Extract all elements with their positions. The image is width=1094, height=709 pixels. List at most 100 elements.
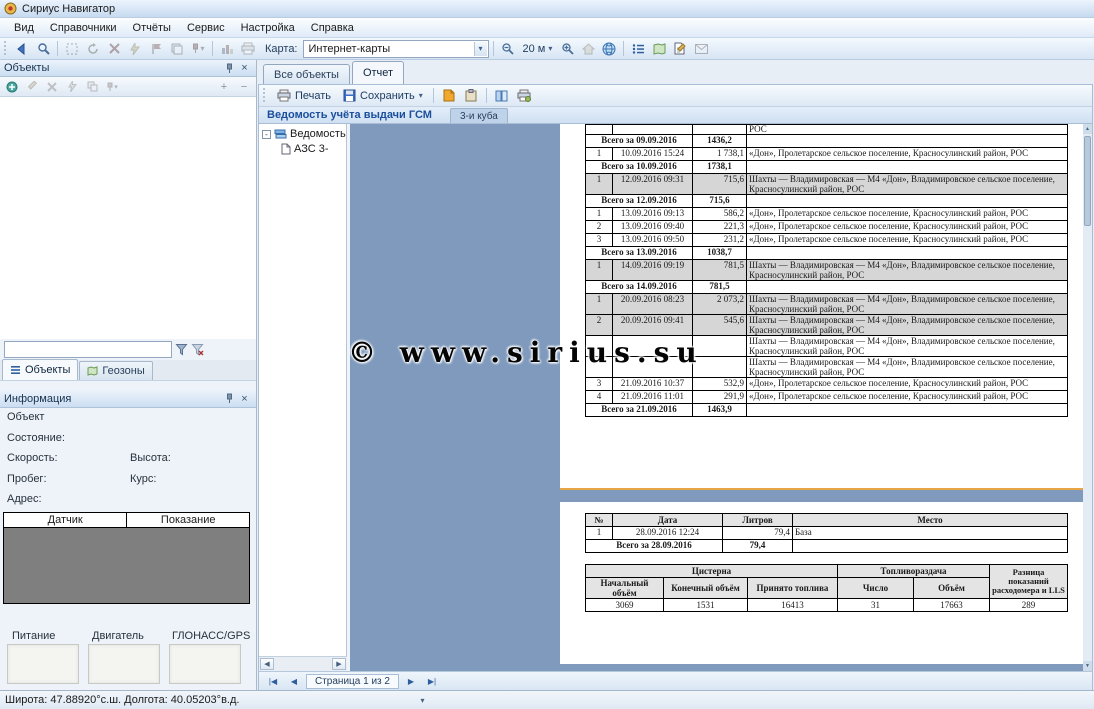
track-object-icon[interactable] — [63, 78, 81, 95]
menu-item-spravka[interactable]: Справка — [303, 20, 362, 36]
select-area-icon[interactable] — [62, 39, 82, 58]
menu-item-nastroyka[interactable]: Настройка — [233, 20, 303, 36]
zoom-out-icon[interactable] — [498, 39, 518, 58]
prev-page-button[interactable]: ◀ — [285, 674, 303, 689]
toolbar-separator — [57, 41, 58, 56]
report-page-2: № Дата Литров Место 128.09.2016 12:2479,… — [560, 502, 1083, 664]
fuel-body: РОСВсего за 09.09.20161436,2110.09.2016 … — [586, 125, 1068, 417]
layers-icon[interactable] — [167, 39, 187, 58]
search-input[interactable] — [4, 341, 172, 358]
group-objects-icon[interactable] — [83, 78, 101, 95]
tree-node-root[interactable]: - Ведомость — [262, 128, 346, 140]
export-icon[interactable] — [439, 86, 459, 105]
scroll-left-icon[interactable]: ◀ — [260, 658, 274, 670]
table-cell: 20.09.2016 08:23 — [613, 294, 693, 315]
table-row: 113.09.2016 09:13586,2«Дон», Пролетарско… — [586, 208, 1068, 221]
filter-icon[interactable] — [175, 343, 188, 356]
tab-objects[interactable]: Объекты — [2, 359, 78, 380]
pin-dropdown[interactable]: ▾ — [188, 39, 208, 58]
table-cell: 545,6 — [693, 315, 747, 336]
glonass-indicator-box — [169, 644, 241, 684]
report-edit-icon[interactable] — [670, 39, 690, 58]
page-setup-icon[interactable] — [514, 86, 534, 105]
menu-bar: Вид Справочники Отчёты Сервис Настройка … — [0, 18, 1094, 38]
collapse-all-button[interactable]: − — [235, 78, 253, 95]
geozone-icon — [87, 366, 98, 376]
table-cell: «Дон», Пролетарское сельское поселение, … — [747, 234, 1068, 247]
table-cell — [747, 281, 1068, 294]
back-button[interactable] — [12, 39, 32, 58]
layout-columns-icon[interactable] — [492, 86, 512, 105]
flag-icon[interactable] — [146, 39, 166, 58]
menu-item-otchety[interactable]: Отчёты — [125, 20, 179, 36]
print-map-icon[interactable] — [238, 39, 258, 58]
left-panel-tabs: Объекты Геозоны — [0, 360, 256, 381]
table-cell: Всего за 10.09.2016 — [586, 161, 693, 174]
table-cell: Шахты — Владимировская — М4 «Дон», Влади… — [747, 357, 1068, 378]
clipboard-icon[interactable] — [461, 86, 481, 105]
table-row: 120.09.2016 08:232 073,2Шахты — Владимир… — [586, 294, 1068, 315]
toolbar-grip — [262, 87, 267, 104]
tab-all-objects[interactable]: Все объекты — [263, 64, 350, 84]
scroll-right-icon[interactable]: ▶ — [332, 658, 346, 670]
zoom-level-dropdown[interactable]: 20 м ▾ — [519, 40, 557, 58]
geozones-icon[interactable] — [649, 39, 669, 58]
toolbar-separator — [433, 88, 434, 103]
chart-icon[interactable] — [217, 39, 237, 58]
table-cell: Всего за 12.09.2016 — [586, 195, 693, 208]
save-button[interactable]: Сохранить ▾ — [338, 86, 428, 105]
show-on-map-dropdown[interactable]: ▾ — [103, 78, 121, 95]
glonass-indicator-label: ГЛОНАСС/GPS — [172, 630, 250, 642]
tab-geozones[interactable]: Геозоны — [79, 361, 152, 380]
next-page-button[interactable]: ▶ — [402, 674, 420, 689]
report-viewport[interactable]: РОСВсего за 09.09.20161436,2110.09.2016 … — [350, 124, 1083, 671]
refresh-icon[interactable] — [83, 39, 103, 58]
menu-item-spravochniki[interactable]: Справочники — [42, 20, 125, 36]
first-page-button[interactable]: |◀ — [264, 674, 282, 689]
summary-sub-final: Конечный объём — [664, 578, 748, 599]
globe-icon[interactable] — [599, 39, 619, 58]
delete-icon[interactable] — [104, 39, 124, 58]
add-object-button[interactable] — [3, 78, 21, 95]
tree-node-child[interactable]: АЗС 3- — [281, 143, 346, 155]
report-book-icon — [274, 128, 287, 140]
sensor-header-name: Датчик — [4, 513, 127, 528]
edit-object-icon[interactable] — [23, 78, 41, 95]
scrollbar-thumb[interactable] — [1084, 136, 1091, 226]
tree-hscrollbar[interactable]: ◀ ▶ — [259, 656, 347, 671]
tree-expander-icon[interactable]: - — [262, 130, 271, 139]
menu-item-servis[interactable]: Сервис — [179, 20, 233, 36]
pin-icon[interactable] — [222, 392, 237, 406]
table-cell: 79,4 — [723, 527, 793, 540]
close-icon[interactable]: × — [237, 392, 252, 406]
status-dropdown-icon[interactable]: ▾ — [420, 696, 424, 705]
issue-header-liters: Литров — [723, 514, 793, 527]
clear-filter-icon[interactable] — [191, 343, 204, 356]
page-indicator: Страница 1 из 2 — [306, 674, 399, 689]
home-icon[interactable] — [578, 39, 598, 58]
last-page-button[interactable]: ▶| — [423, 674, 441, 689]
table-cell: 20.09.2016 09:41 — [613, 315, 693, 336]
pin-icon[interactable] — [222, 61, 237, 75]
print-button[interactable]: Печать — [272, 86, 336, 105]
search-object-button[interactable] — [33, 39, 53, 58]
close-icon[interactable]: × — [237, 61, 252, 75]
objects-list-icon[interactable] — [628, 39, 648, 58]
report-doc-tab[interactable]: 3-и куба — [450, 108, 508, 123]
mail-icon[interactable] — [691, 39, 711, 58]
map-combo-label: Карта: — [265, 43, 298, 55]
expand-all-button[interactable]: + — [215, 78, 233, 95]
delete-object-icon[interactable] — [43, 78, 61, 95]
map-combo[interactable]: Интернет-карты ▾ — [303, 40, 489, 58]
tab-report[interactable]: Отчет — [352, 61, 404, 84]
menu-item-vid[interactable]: Вид — [6, 20, 42, 36]
table-cell: 1 — [586, 148, 613, 161]
scroll-down-icon[interactable]: ▼ — [1083, 661, 1092, 671]
objects-list[interactable] — [0, 97, 256, 339]
zoom-in-icon[interactable] — [557, 39, 577, 58]
toolbar-separator — [493, 41, 494, 56]
table-row: 114.09.2016 09:19781,5Шахты — Владимиров… — [586, 260, 1068, 281]
track-icon[interactable] — [125, 39, 145, 58]
table-cell: 28.09.2016 12:24 — [613, 527, 723, 540]
scroll-up-icon[interactable]: ▲ — [1083, 124, 1092, 134]
